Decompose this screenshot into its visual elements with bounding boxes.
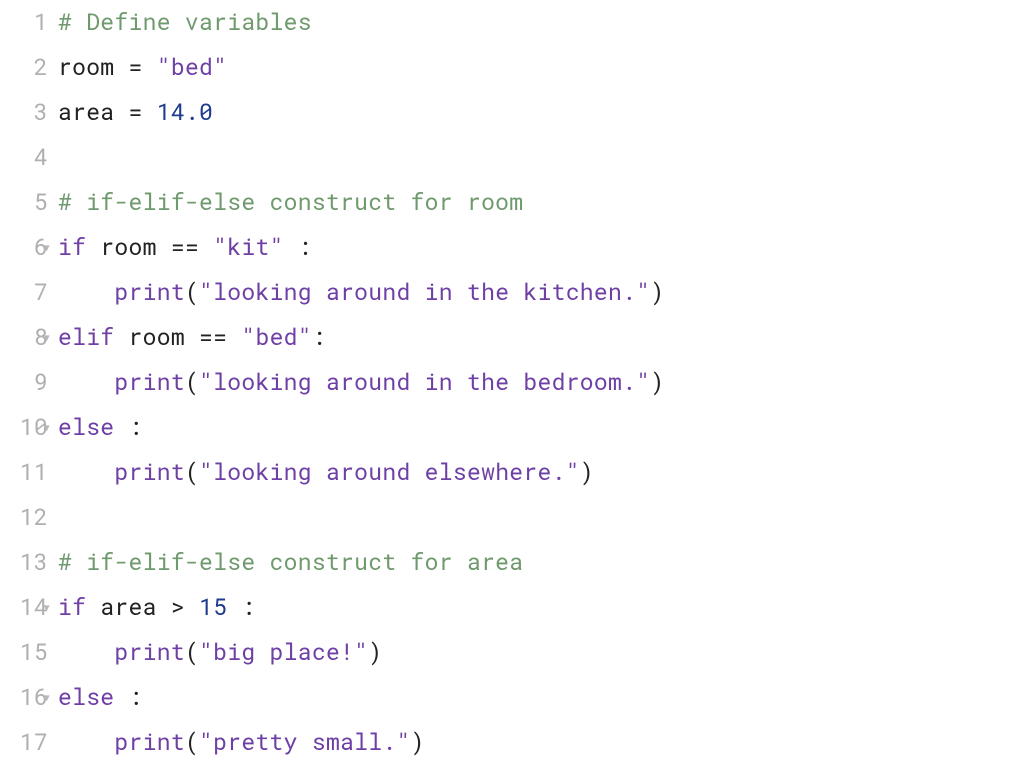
code-line[interactable]: print("pretty small.") — [58, 720, 664, 765]
token-punct: : — [298, 232, 312, 262]
token-comment: # if-elif-else construct for room — [58, 187, 523, 217]
token-punct: ( — [185, 277, 199, 307]
code-line[interactable]: print("looking around in the kitchen.") — [58, 270, 664, 315]
line-number: 3 — [0, 90, 48, 135]
token-ident: area — [58, 97, 114, 127]
fold-chevron-icon[interactable]: ▼ — [44, 423, 50, 433]
code-line[interactable]: # if-elif-else construct for area — [58, 540, 664, 585]
code-line[interactable]: print("looking around in the bedroom.") — [58, 360, 664, 405]
code-line[interactable]: # Define variables — [58, 0, 664, 45]
token-str: "looking around elsewhere." — [199, 457, 580, 487]
code-line[interactable]: if area > 15 : — [58, 585, 664, 630]
token-func: print — [114, 457, 185, 487]
token-punct: ) — [411, 727, 425, 757]
token-op: == — [199, 322, 227, 352]
token-punct: : — [129, 412, 143, 442]
line-number: 6▼ — [0, 225, 48, 270]
token-comment: # Define variables — [58, 7, 312, 37]
line-number: 10▼ — [0, 405, 48, 450]
token-str: "pretty small." — [199, 727, 411, 757]
token-str: "kit" — [199, 232, 298, 262]
token-comment: # if-elif-else construct for area — [58, 547, 523, 577]
code-line[interactable] — [58, 135, 664, 180]
token-punct: ( — [185, 637, 199, 667]
token-func: print — [114, 637, 185, 667]
token-punct: ) — [650, 367, 664, 397]
code-line[interactable]: else : — [58, 675, 664, 720]
token-str: "bed" — [227, 322, 312, 352]
line-number: 1 — [0, 0, 48, 45]
token-func: print — [114, 367, 185, 397]
line-number: 14▼ — [0, 585, 48, 630]
token-kw: else — [58, 412, 129, 442]
fold-chevron-icon[interactable]: ▼ — [44, 243, 50, 253]
token-num: 14.0 — [157, 97, 213, 127]
token-punct: ) — [368, 637, 382, 667]
token-punct: ( — [185, 367, 199, 397]
token-kw: if — [58, 592, 86, 622]
line-number: 9 — [0, 360, 48, 405]
token-kw: if — [58, 232, 86, 262]
token-ident: room — [114, 322, 199, 352]
token-op: > — [171, 592, 185, 622]
code-line[interactable]: if room == "kit" : — [58, 225, 664, 270]
line-number: 2 — [0, 45, 48, 90]
token-ident — [58, 637, 114, 667]
token-str: "looking around in the bedroom." — [199, 367, 650, 397]
token-ident: area — [86, 592, 171, 622]
code-line[interactable]: elif room == "bed": — [58, 315, 664, 360]
code-line[interactable]: print("looking around elsewhere.") — [58, 450, 664, 495]
token-ident: room — [58, 52, 114, 82]
code-line[interactable] — [58, 495, 664, 540]
token-op: = — [114, 97, 156, 127]
fold-chevron-icon[interactable]: ▼ — [44, 333, 50, 343]
token-ident — [58, 277, 114, 307]
token-func: print — [114, 277, 185, 307]
token-punct: ( — [185, 727, 199, 757]
token-str: "looking around in the kitchen." — [199, 277, 650, 307]
token-op: == — [171, 232, 199, 262]
token-punct: ( — [185, 457, 199, 487]
token-ident — [58, 727, 114, 757]
line-number: 11 — [0, 450, 48, 495]
token-num: 15 — [185, 592, 241, 622]
code-line[interactable]: area = 14.0 — [58, 90, 664, 135]
line-number-gutter: 123456▼78▼910▼11121314▼1516▼17 — [0, 0, 50, 768]
line-number: 16▼ — [0, 675, 48, 720]
code-line[interactable]: room = "bed" — [58, 45, 664, 90]
fold-chevron-icon[interactable]: ▼ — [44, 603, 50, 613]
token-punct: : — [129, 682, 143, 712]
token-ident — [58, 457, 114, 487]
line-number: 12 — [0, 495, 48, 540]
line-number: 17 — [0, 720, 48, 765]
token-ident — [58, 367, 114, 397]
line-number: 7 — [0, 270, 48, 315]
code-line[interactable]: # if-elif-else construct for room — [58, 180, 664, 225]
token-ident: room — [86, 232, 171, 262]
token-punct: ) — [580, 457, 594, 487]
token-kw: elif — [58, 322, 114, 352]
line-number: 15 — [0, 630, 48, 675]
code-line[interactable]: print("big place!") — [58, 630, 664, 675]
token-punct: : — [241, 592, 255, 622]
line-number: 4 — [0, 135, 48, 180]
token-punct: : — [312, 322, 326, 352]
code-area[interactable]: # Define variablesroom = "bed"area = 14.… — [50, 0, 664, 768]
line-number: 8▼ — [0, 315, 48, 360]
code-editor[interactable]: 123456▼78▼910▼11121314▼1516▼17 # Define … — [0, 0, 1010, 768]
fold-chevron-icon[interactable]: ▼ — [44, 693, 50, 703]
code-line[interactable]: else : — [58, 405, 664, 450]
token-func: print — [114, 727, 185, 757]
token-str: "bed" — [157, 52, 228, 82]
token-kw: else — [58, 682, 129, 712]
line-number: 5 — [0, 180, 48, 225]
token-op: = — [114, 52, 156, 82]
token-str: "big place!" — [199, 637, 368, 667]
token-punct: ) — [650, 277, 664, 307]
line-number: 13 — [0, 540, 48, 585]
